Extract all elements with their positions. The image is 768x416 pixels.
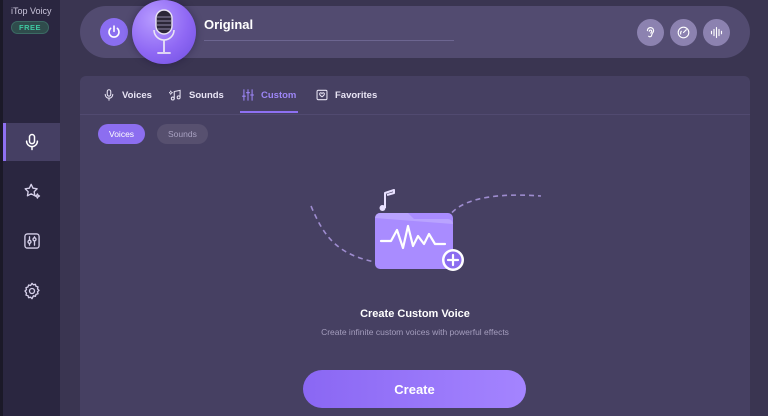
- subtab-sounds[interactable]: Sounds: [157, 124, 208, 144]
- sidebar-item-mixer[interactable]: [3, 222, 60, 260]
- ear-icon: [646, 27, 655, 38]
- tab-label: Custom: [261, 89, 297, 101]
- sidebar: iTop Voicy FREE: [3, 0, 60, 416]
- create-button[interactable]: Create: [303, 370, 526, 408]
- voice-bar: Original: [80, 0, 750, 64]
- speed-button[interactable]: [670, 19, 697, 46]
- tab-favorites[interactable]: Favorites: [315, 88, 377, 102]
- sliders-icon: [241, 89, 255, 101]
- waveform-button[interactable]: [703, 19, 730, 46]
- plus-icon: [442, 249, 464, 271]
- sparkle-star-icon: [24, 183, 40, 199]
- sidebar-item-settings[interactable]: [3, 272, 60, 310]
- app-window: iTop Voicy FREE Original Voices Sounds C…: [0, 0, 768, 416]
- custom-voice-illustration: [310, 189, 542, 271]
- speed-gauge-icon: [677, 26, 690, 39]
- power-button[interactable]: [100, 18, 128, 46]
- active-tab-indicator: [240, 111, 298, 113]
- tab-label: Favorites: [335, 89, 378, 101]
- current-voice-avatar[interactable]: [132, 0, 196, 64]
- tab-label: Voices: [122, 89, 152, 101]
- app-name: iTop Voicy: [11, 6, 52, 16]
- tab-label: Sounds: [189, 89, 224, 101]
- gear-icon: [23, 282, 40, 300]
- sliders-icon: [23, 233, 40, 249]
- subtab-voices[interactable]: Voices: [98, 124, 146, 144]
- monitor-button[interactable]: [637, 19, 664, 46]
- empty-state-title: Create Custom Voice: [360, 308, 470, 320]
- power-icon: [108, 25, 120, 38]
- favorites-icon: [316, 89, 328, 101]
- tab-voices[interactable]: Voices: [102, 88, 152, 102]
- tab-bar: Voices Sounds Custom Favorites: [80, 76, 750, 114]
- sidebar-item-effects[interactable]: [3, 172, 60, 210]
- main-panel: Voices Sounds Custom Favorites Voices So…: [80, 76, 750, 416]
- studio-microphone-icon: [153, 9, 175, 54]
- tab-sounds[interactable]: Sounds: [169, 88, 224, 102]
- music-note-icon: [379, 189, 395, 211]
- voice-divider: [204, 40, 454, 41]
- brand: iTop Voicy FREE: [11, 6, 59, 35]
- music-note-icon: [169, 89, 181, 101]
- sidebar-item-voice-changer[interactable]: [3, 123, 60, 161]
- microphone-icon: [25, 133, 38, 151]
- microphone-icon: [104, 89, 114, 101]
- empty-state-subtitle: Create infinite custom voices with power…: [321, 327, 509, 337]
- tab-divider: [80, 114, 750, 115]
- tab-custom[interactable]: Custom: [241, 88, 296, 102]
- waveform-icon: [710, 26, 723, 39]
- plan-badge: FREE: [11, 21, 50, 34]
- current-voice-name: Original: [204, 17, 254, 32]
